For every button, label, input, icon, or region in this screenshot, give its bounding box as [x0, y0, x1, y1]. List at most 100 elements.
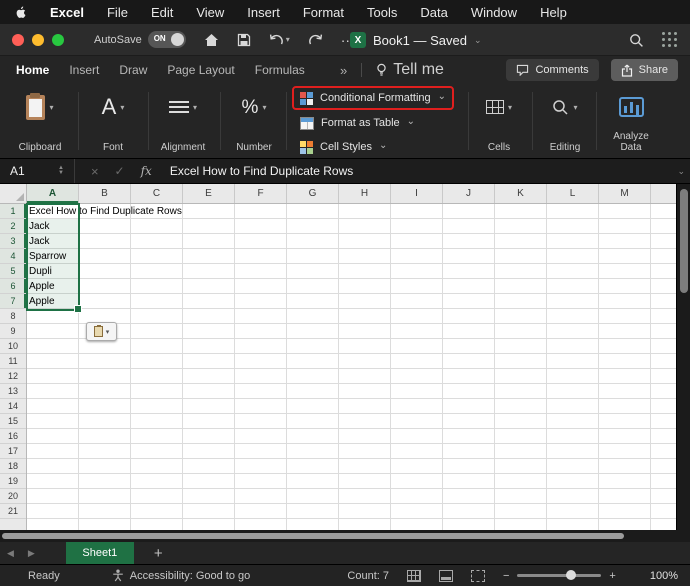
row-header-6[interactable]: 6	[0, 279, 26, 294]
cell-styles-button[interactable]: Cell Styles ⌄	[292, 136, 454, 158]
ribbon-tab[interactable]: Insert	[69, 63, 99, 77]
ribbon-tab[interactable]: Formulas	[255, 63, 305, 77]
vertical-scrollbar[interactable]	[676, 184, 690, 530]
formula-bar-content[interactable]: Excel How to Find Duplicate Rows	[170, 164, 353, 178]
name-box-spinner[interactable]: ▲ ▼	[58, 165, 64, 176]
comments-button[interactable]: Comments	[506, 59, 599, 81]
row-header-18[interactable]: 18	[0, 459, 26, 474]
column-header-A[interactable]: A	[27, 184, 79, 203]
vertical-scrollbar-thumb[interactable]	[680, 189, 688, 293]
cell-A4[interactable]: Sparrow	[29, 249, 66, 264]
row-header-12[interactable]: 12	[0, 369, 26, 384]
accessibility-status[interactable]: Accessibility: Good to go	[112, 569, 250, 582]
paste-options-button[interactable]: ▾	[86, 322, 117, 341]
row-header-3[interactable]: 3	[0, 234, 26, 249]
zoom-slider-thumb[interactable]	[566, 570, 577, 580]
horizontal-scrollbar[interactable]	[0, 530, 690, 542]
menu-item[interactable]: Data	[420, 5, 447, 20]
home-button[interactable]	[204, 33, 219, 47]
row-header-5[interactable]: 5	[0, 264, 26, 279]
cell-A3[interactable]: Jack	[29, 234, 50, 249]
row-header-17[interactable]: 17	[0, 444, 26, 459]
chevron-down-icon[interactable]: ⌄	[474, 35, 482, 46]
close-window-button[interactable]	[12, 33, 24, 46]
row-header-19[interactable]: 19	[0, 474, 26, 489]
page-break-view-icon[interactable]	[470, 569, 485, 582]
row-header-10[interactable]: 10	[0, 339, 26, 354]
cells-group[interactable]: ▾ Cells	[474, 89, 524, 153]
menu-item[interactable]: Help	[540, 5, 567, 20]
cell-A2[interactable]: Jack	[29, 219, 50, 234]
number-group[interactable]: % ▾ Number	[226, 89, 282, 154]
column-header-H[interactable]: H	[339, 184, 391, 203]
ribbon-tab[interactable]: Draw	[119, 63, 147, 77]
column-header-J[interactable]: J	[443, 184, 495, 203]
conditional-formatting-button[interactable]: Conditional Formatting ⌄	[292, 86, 455, 110]
menu-item[interactable]: Insert	[247, 5, 280, 20]
row-header-16[interactable]: 16	[0, 429, 26, 444]
row-header-4[interactable]: 4	[0, 249, 26, 264]
document-title-cluster[interactable]: X Book1 — Saved ⌄	[350, 24, 482, 56]
zoom-slider[interactable]	[517, 570, 602, 580]
insert-function-button[interactable]: fx	[141, 164, 152, 178]
cell-A1[interactable]: Excel How to Find Duplicate Rows	[29, 204, 182, 219]
menu-item[interactable]: Window	[471, 5, 517, 20]
sheet-nav-next-icon[interactable]: ▶	[21, 548, 42, 559]
app-grid-icon[interactable]	[662, 32, 678, 48]
row-header-9[interactable]: 9	[0, 324, 26, 339]
redo-button[interactable]	[308, 33, 323, 46]
row-header-13[interactable]: 13	[0, 384, 26, 399]
save-button[interactable]	[237, 33, 251, 47]
zoom-in-button[interactable]: +	[609, 570, 615, 582]
select-all-corner[interactable]	[0, 184, 27, 204]
formula-bar-expand-icon[interactable]: ⌄	[677, 166, 685, 177]
row-header-1[interactable]: 1	[0, 204, 26, 219]
menu-item[interactable]: Edit	[151, 5, 173, 20]
alignment-group[interactable]: ▾ Alignment	[152, 89, 214, 153]
autosave-toggle[interactable]: ON	[147, 31, 186, 48]
row-header-2[interactable]: 2	[0, 219, 26, 234]
row-header-21[interactable]: 21	[0, 504, 26, 519]
row-header-20[interactable]: 20	[0, 489, 26, 504]
zoom-window-button[interactable]	[52, 33, 64, 46]
share-button[interactable]: Share	[610, 59, 678, 81]
ribbon-tab[interactable]: Home	[16, 63, 49, 77]
row-header-7[interactable]: 7	[0, 294, 26, 309]
horizontal-scrollbar-thumb[interactable]	[2, 533, 624, 539]
name-box[interactable]: A1	[0, 164, 58, 178]
spreadsheet-grid[interactable]: Excel How to Find Duplicate Rows Jack Jack…	[0, 184, 676, 530]
cell-A6[interactable]: Apple	[29, 279, 55, 294]
tell-me-button[interactable]: Tell me	[376, 61, 444, 79]
apple-menu-icon[interactable]	[14, 5, 27, 20]
ribbon-overflow-button[interactable]: »	[340, 63, 347, 78]
format-as-table-button[interactable]: Format as Table ⌄	[292, 112, 454, 134]
column-header-M[interactable]: M	[599, 184, 651, 203]
autosave-control[interactable]: AutoSave ON	[94, 31, 186, 48]
cell-A7[interactable]: Apple	[29, 294, 55, 309]
column-header-G[interactable]: G	[287, 184, 339, 203]
minimize-window-button[interactable]	[32, 33, 44, 46]
analyze-data-group[interactable]: Analyze Data	[602, 89, 660, 153]
editing-group[interactable]: ▾ Editing	[540, 89, 590, 153]
page-layout-view-icon[interactable]	[438, 569, 453, 582]
sheet-tab-sheet1[interactable]: Sheet1	[65, 542, 134, 564]
normal-view-icon[interactable]	[406, 569, 421, 582]
menu-item[interactable]: Format	[303, 5, 344, 20]
column-header-C[interactable]: C	[131, 184, 183, 203]
menu-item[interactable]: File	[107, 5, 128, 20]
menu-item[interactable]: View	[196, 5, 224, 20]
confirm-entry-icon[interactable]: ✓	[115, 164, 125, 178]
clipboard-group[interactable]: ▾ Clipboard	[8, 89, 72, 153]
add-sheet-button[interactable]: +	[154, 545, 163, 562]
row-header-8[interactable]: 8	[0, 309, 26, 324]
cell-A5[interactable]: Dupli	[29, 264, 52, 279]
row-header-11[interactable]: 11	[0, 354, 26, 369]
row-header-14[interactable]: 14	[0, 399, 26, 414]
cell-layer[interactable]: Excel How to Find Duplicate Rows Jack Jack…	[27, 204, 676, 530]
column-header-I[interactable]: I	[391, 184, 443, 203]
column-header-B[interactable]: B	[79, 184, 131, 203]
ribbon-tab[interactable]: Page Layout	[167, 63, 234, 77]
chevron-down-icon[interactable]: ▾	[286, 35, 290, 44]
column-header-L[interactable]: L	[547, 184, 599, 203]
menu-item[interactable]: Excel	[50, 5, 84, 20]
